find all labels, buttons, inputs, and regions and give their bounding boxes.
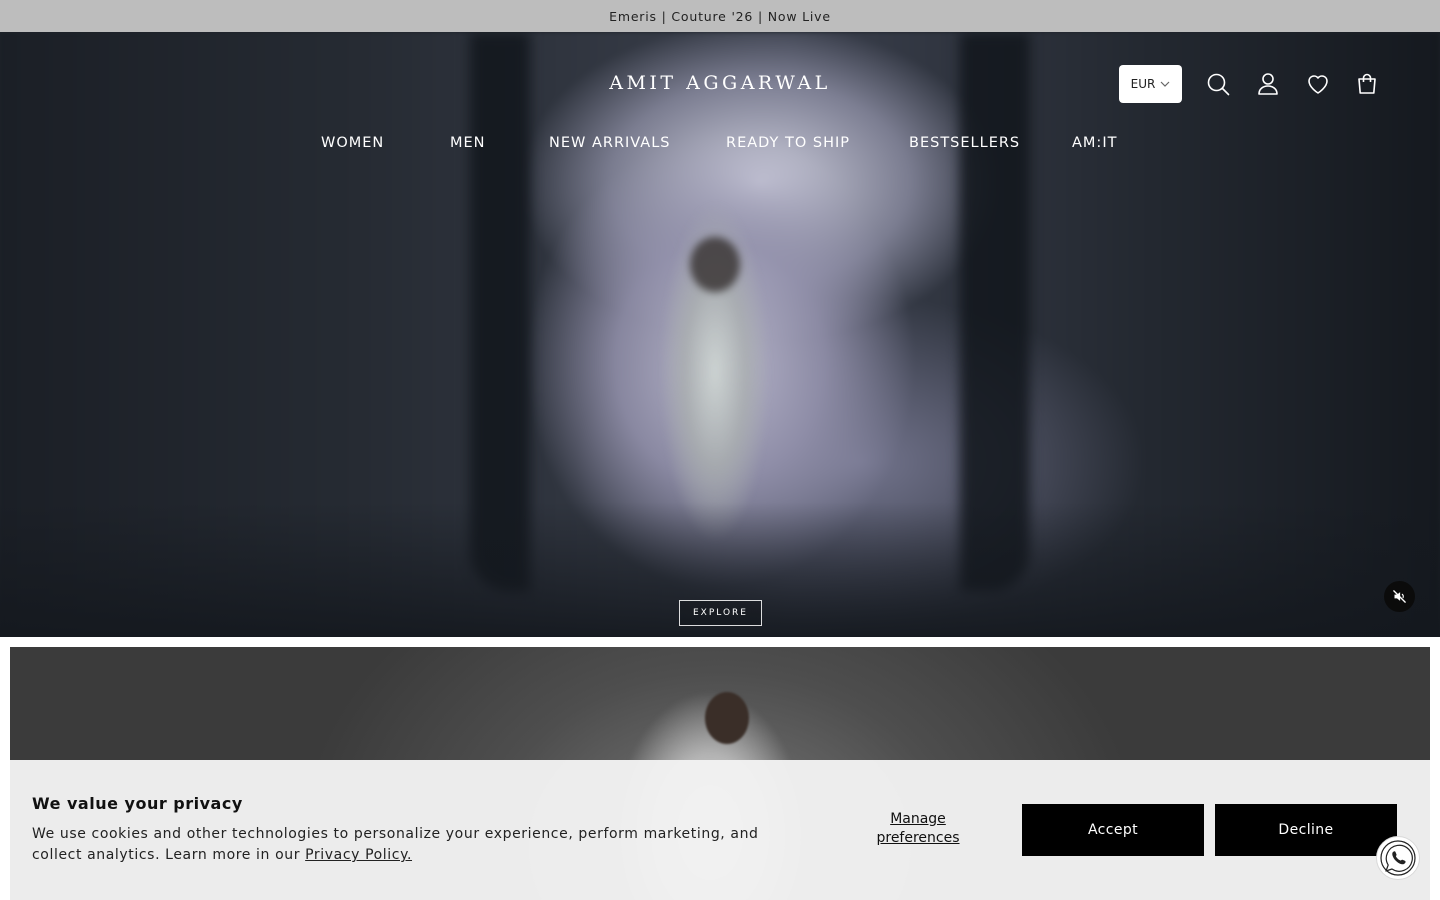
cookie-description: We use cookies and other technologies to… bbox=[32, 824, 772, 866]
decline-button[interactable]: Decline bbox=[1215, 804, 1397, 856]
privacy-policy-link[interactable]: Privacy Policy. bbox=[305, 847, 412, 863]
nav-item-women[interactable]: WOMEN bbox=[321, 135, 384, 151]
wishlist-button[interactable] bbox=[1305, 71, 1331, 97]
search-icon bbox=[1207, 73, 1230, 96]
brand-logo[interactable]: AMIT AGGARWAL bbox=[560, 72, 880, 94]
accept-button[interactable]: Accept bbox=[1022, 804, 1204, 856]
mute-button[interactable] bbox=[1384, 581, 1415, 612]
site-header: AMIT AGGARWAL EUR WOMEN MEN NEW ARRIVALS bbox=[0, 32, 1440, 172]
account-button[interactable] bbox=[1255, 71, 1281, 97]
search-button[interactable] bbox=[1205, 71, 1231, 97]
whatsapp-icon bbox=[1380, 840, 1416, 876]
account-icon bbox=[1258, 73, 1278, 95]
main-navigation: WOMEN MEN NEW ARRIVALS READY TO SHIP BES… bbox=[0, 135, 1440, 159]
currency-value: EUR bbox=[1130, 77, 1156, 91]
hero-model-figure bbox=[650, 182, 780, 542]
chevron-down-icon bbox=[1160, 81, 1170, 87]
featured-model-head bbox=[705, 692, 749, 744]
announcement-text[interactable]: Emeris | Couture '26 | Now Live bbox=[609, 9, 831, 24]
explore-button[interactable]: EXPLORE bbox=[679, 600, 762, 626]
cookie-banner: We value your privacy We use cookies and… bbox=[10, 760, 1430, 900]
nav-item-bestsellers[interactable]: BESTSELLERS bbox=[909, 135, 1020, 151]
announcement-bar[interactable]: Emeris | Couture '26 | Now Live bbox=[0, 0, 1440, 32]
whatsapp-chat-button[interactable] bbox=[1376, 836, 1420, 880]
nav-item-ready-to-ship[interactable]: READY TO SHIP bbox=[726, 135, 850, 151]
cart-bag-icon bbox=[1358, 73, 1376, 94]
nav-item-men[interactable]: MEN bbox=[450, 135, 486, 151]
nav-item-new-arrivals[interactable]: NEW ARRIVALS bbox=[549, 135, 671, 151]
currency-selector[interactable]: EUR bbox=[1119, 65, 1182, 103]
volume-muted-icon bbox=[1393, 590, 1406, 603]
wishlist-heart-icon bbox=[1308, 75, 1328, 94]
hero-model-head bbox=[690, 237, 740, 292]
cookie-title: We value your privacy bbox=[32, 794, 243, 813]
nav-item-amit[interactable]: AM:IT bbox=[1072, 135, 1117, 151]
cart-button[interactable] bbox=[1354, 71, 1380, 97]
manage-preferences-link[interactable]: Manage preferences bbox=[868, 810, 968, 848]
